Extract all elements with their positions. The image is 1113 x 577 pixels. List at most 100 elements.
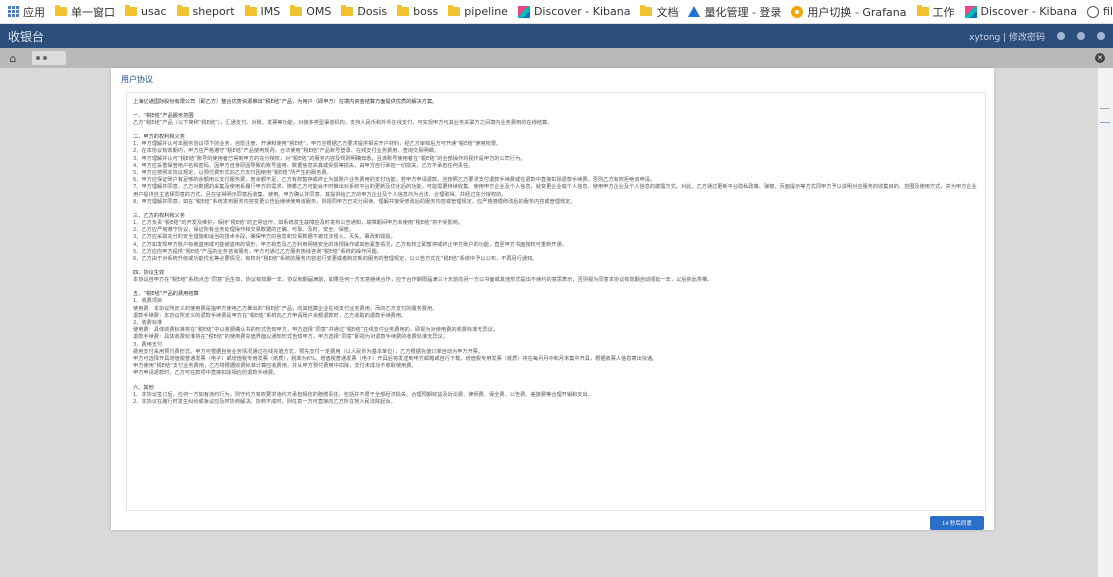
section-line: 1、本协议签订后，任何一方如有违约行为，则守约方有权要求违约方承担相应的赔偿责任… xyxy=(133,391,593,398)
folder-icon xyxy=(341,5,354,16)
divider xyxy=(1100,108,1110,109)
bookmark-item[interactable]: 工作 xyxy=(916,4,955,20)
section-line: 6、乙方由于对系统升级或功能优化等必要情况，有权对“税E结”系统的服务内容进行变… xyxy=(133,256,538,263)
agreement-section: 二、甲方的权利和义务 1、甲方理解并认可本服务协议项下的业务，自愿注册、开通和使用… xyxy=(133,133,979,206)
bookmarks-bar: 应用 单一窗口 usac sheport IMS OMS Dosis boss pipeline… xyxy=(0,0,1113,24)
home-icon[interactable]: ⌂ xyxy=(0,48,26,68)
bookmark-item[interactable]: 用户切换 - Grafana xyxy=(791,4,907,20)
section-line: 3、费用支付 xyxy=(133,341,163,348)
app-header: 收银台 xytong | 修改密码 xyxy=(0,24,1113,48)
notification-icon[interactable] xyxy=(1077,32,1085,40)
bookmark-item[interactable]: Discover - Kibana xyxy=(517,5,631,18)
bookmark-label: Discover - Kibana xyxy=(980,5,1078,18)
folder-icon xyxy=(125,5,137,16)
bookmark-label: sheport xyxy=(192,5,235,18)
dialog-title: 用户协议 xyxy=(121,75,153,84)
background-page-edge xyxy=(1098,68,1113,577)
tab-dot-icon xyxy=(43,56,47,60)
tab-dot-icon xyxy=(36,56,40,60)
agreement-content[interactable]: 上海亿通国际股份有限公司（即乙方）整合优势资源推出“税E结”产品，为用户（即甲方… xyxy=(126,92,986,511)
section-line: 4、甲方应妥善保管用户名和密码，因甲方自身原因导致的账号盗用、数据信息失真或受损… xyxy=(133,162,474,169)
bookmark-item[interactable]: usac xyxy=(125,5,167,18)
bookmark-item[interactable]: boss xyxy=(397,5,438,18)
bookmark-item[interactable]: pipeline xyxy=(448,5,508,18)
section-line: 7、甲方理解并同意，乙方对数据的采集及使用系履行甲方的需求，随着乙方可能会不时推… xyxy=(133,184,977,198)
triangle-logo-icon xyxy=(688,6,701,17)
section-line: 2、本协议在履行时发生纠纷或争议应及时协商解决。协商不成时，则任意一方可直接向乙… xyxy=(133,398,396,405)
folder-icon xyxy=(640,5,653,16)
folder-icon xyxy=(290,5,303,16)
bookmark-item[interactable]: OMS xyxy=(290,5,331,18)
section-heading: 一、“税E结”产品服务范围 xyxy=(133,113,194,119)
agreement-section: 一、“税E结”产品服务范围 乙方“税E结”产品（以下简称“税E结”），汇通支付、对… xyxy=(133,112,979,127)
globe-icon xyxy=(1087,5,1100,18)
section-line: 2、在本协议有效期内，甲方应严格遵守“税E结”产品使用规则，合法使用“税E结”产… xyxy=(133,148,439,155)
agreement-section: 五、“税E结”产品的费用结算 1、收费项目 使用费：本协议所定义的使用费是指甲方使用… xyxy=(133,290,979,377)
bookmark-label: 量化管理 - 登录 xyxy=(704,5,782,19)
section-heading: 五、“税E结”产品的费用结算 xyxy=(133,291,199,298)
tab-bar: ⌂ ✕ xyxy=(0,48,1113,68)
folder-icon xyxy=(244,5,257,16)
bookmark-item[interactable]: Dosis xyxy=(341,5,387,18)
section-line: 退款手续费：本协议所定义的退款手续费是甲方在“税E结”系统向乙方申请账户余额退款… xyxy=(133,312,407,319)
section-line: 甲方申请退款时，乙方可在款项中直接扣除相应的退款手续费。 xyxy=(133,370,279,377)
section-line: 1、收费项目 xyxy=(133,298,163,305)
agreement-section: 四、协议生效 本协议自甲方在“税E结”系统点击“同意”后生效，协议有效期一年，协议… xyxy=(133,269,979,284)
app-title: 收银台 xyxy=(8,29,45,44)
kibana-icon xyxy=(964,5,977,18)
kibana-icon xyxy=(517,5,530,18)
user-menu[interactable]: xytong | 修改密码 xyxy=(969,30,1045,43)
section-line: 退款手续费：具体收费标准将在“税E结”的使用费充值界面以通知形式告知甲方，甲方选… xyxy=(133,334,448,341)
bookmark-item[interactable]: 量化管理 - 登录 xyxy=(688,4,781,20)
section-line: 4、乙方如发现甲方账户有被盗用或可能被盗用的情形，甲方有危及乙方利用网络安全的违… xyxy=(133,241,567,248)
tab-home[interactable] xyxy=(32,51,66,65)
bookmark-item[interactable]: 单一窗口 xyxy=(55,4,115,20)
bookmark-label: 单一窗口 xyxy=(71,5,115,19)
bookmark-label: boss xyxy=(413,5,439,18)
folder-icon xyxy=(448,5,461,16)
section-line: 8、甲方理解并同意，如在“税E结”系统发布服务内容变更公告后继续使用该服务，则视… xyxy=(133,198,576,205)
bookmark-label: Discover - Kibana xyxy=(533,5,631,18)
agreement-intro: 上海亿通国际股份有限公司（即乙方）整合优势资源推出“税E结”产品，为用户（即甲方… xyxy=(133,99,438,105)
bookmark-item[interactable]: file:/D:/javaGit/ep... xyxy=(1087,5,1113,18)
folder-icon xyxy=(397,5,410,16)
settings-icon[interactable] xyxy=(1057,32,1065,40)
folder-icon xyxy=(916,5,929,16)
agreement-section: 三、乙方的权利和义务 1、乙方负责“税E结”的开发及维护，保持“税E结”的正常运作… xyxy=(133,212,979,263)
bookmark-label: file:/D:/javaGit/ep... xyxy=(1103,5,1113,18)
bookmark-label: OMS xyxy=(306,5,332,18)
power-icon[interactable] xyxy=(1097,32,1105,40)
bookmark-label: 文档 xyxy=(656,5,679,19)
bookmark-label: Dosis xyxy=(357,5,388,18)
section-line: 3、甲方理解并认可“税E结”账号的使用者已得到甲方的充分授权，对“税E结”的服务… xyxy=(133,155,526,162)
folder-icon xyxy=(176,5,189,16)
bookmark-label: IMS xyxy=(260,5,281,18)
bookmark-label: 用户切换 - Grafana xyxy=(807,5,907,19)
bookmark-item[interactable]: IMS xyxy=(244,5,281,18)
divider xyxy=(1100,122,1110,123)
section-line: 乙方“税E结”产品（以下简称“税E结”），汇通支付、对账、发票等功能，对接多类型… xyxy=(133,120,553,126)
section-heading: 三、乙方的权利和义务 xyxy=(133,213,185,220)
section-line: 使用费：本协议所定义的使用费是指甲方使用乙方推出的“税E结”产品，向其结算企业在… xyxy=(133,305,438,312)
bookmark-label: 应用 xyxy=(23,5,45,19)
folder-icon xyxy=(55,5,67,16)
grafana-icon xyxy=(791,5,804,18)
section-line: 费用支付采用预付费形式。甲方可根据自身业务情况通过在线充值方式，预先支付一定费用… xyxy=(133,348,484,355)
section-line: 本协议自甲方在“税E结”系统点击“同意”后生效，协议有效期一年，协议到期届满前，… xyxy=(133,277,713,284)
bookmark-label: pipeline xyxy=(464,5,508,18)
bookmark-item[interactable]: sheport xyxy=(176,5,235,18)
agree-button[interactable]: 14 秒后同意 xyxy=(930,516,984,530)
section-line: 5、乙方应向甲方提供“税E结”产品的业务咨询服务，甲方可通过乙方服务热线咨询“税… xyxy=(133,248,382,255)
section-heading: 二、甲方的权利和义务 xyxy=(133,134,185,141)
section-line: 3、乙方应采取充分的安全措施和适当的技术手段，确保甲方的信息和交易数据不被非法侵… xyxy=(133,234,396,241)
bookmark-item[interactable]: Discover - Kibana xyxy=(964,5,1078,18)
user-agreement-dialog: 用户协议 上海亿通国际股份有限公司（即乙方）整合优势资源推出“税E结”产品，为用… xyxy=(111,68,994,530)
agreement-section: 六、其他 1、本协议签订后，任何一方如有违约行为，则守约方有权要求违约方承担相应的… xyxy=(133,384,979,406)
bookmark-label: usac xyxy=(141,5,167,18)
close-icon[interactable]: ✕ xyxy=(1095,53,1105,63)
bookmark-item[interactable]: 应用 xyxy=(8,4,45,20)
header-actions: xytong | 修改密码 xyxy=(969,30,1105,43)
apps-icon xyxy=(8,6,19,17)
bookmark-item[interactable]: 文档 xyxy=(640,4,678,20)
bookmark-label: 工作 xyxy=(932,5,955,19)
